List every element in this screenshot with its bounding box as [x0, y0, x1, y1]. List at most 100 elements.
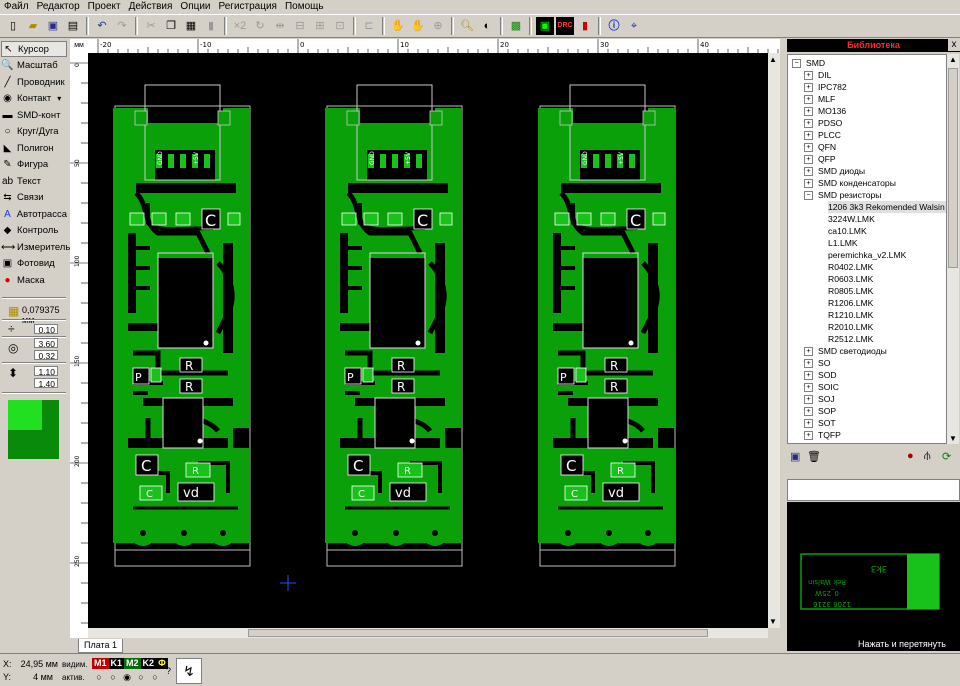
- library-file-item[interactable]: 3224W.LMK: [828, 213, 875, 225]
- copy-icon[interactable]: ❐: [162, 17, 180, 35]
- library-group-item[interactable]: − SMD резисторы: [804, 189, 881, 201]
- cut-icon[interactable]: ✂: [142, 17, 160, 35]
- route-mode-icon[interactable]: ↯: [176, 658, 202, 684]
- library-group-item[interactable]: + SOD: [804, 369, 837, 381]
- layer-1[interactable]: K1: [109, 658, 125, 669]
- library-group-item[interactable]: + SMD диоды: [804, 165, 865, 177]
- drc-icon[interactable]: DRC: [556, 17, 574, 35]
- expand-icon[interactable]: +: [804, 143, 813, 153]
- board-copy-3[interactable]: [538, 85, 675, 566]
- expand-icon[interactable]: +: [804, 383, 813, 393]
- chevron-down-icon[interactable]: ▾: [57, 94, 61, 103]
- menu-item-2[interactable]: Проект: [84, 0, 125, 13]
- scroll-thumb[interactable]: [948, 68, 958, 268]
- library-group-item[interactable]: + PLCC: [804, 129, 841, 141]
- menu-item-6[interactable]: Помощь: [281, 0, 328, 13]
- expand-icon[interactable]: +: [804, 419, 813, 429]
- menu-item-4[interactable]: Опции: [176, 0, 214, 13]
- color-swatch[interactable]: [8, 400, 59, 459]
- collapse-icon[interactable]: −: [792, 59, 801, 69]
- library-group-item[interactable]: + SO: [804, 357, 830, 369]
- tool-contact[interactable]: ◉ Контакт ▾: [1, 91, 67, 107]
- library-file-item[interactable]: ca10.LMK: [828, 225, 867, 237]
- vertical-scrollbar[interactable]: ▲ ▼: [768, 53, 780, 628]
- layer-visibility[interactable]: M1 K1 M2 K2 Ф: [92, 658, 168, 669]
- library-tree[interactable]: − SMD + DIL + IPC782 + MLF + MO136 + PDSO + PLCC + QFN +…: [787, 54, 947, 444]
- active-layer-radio-3[interactable]: ○: [134, 672, 148, 683]
- tool-zoom[interactable]: 🔍 Масштаб: [1, 58, 67, 74]
- board-copy-2[interactable]: [325, 85, 462, 566]
- battery-icon[interactable]: ▮: [576, 17, 594, 35]
- align-icon[interactable]: ⊟: [291, 17, 309, 35]
- horizontal-scrollbar[interactable]: [88, 628, 768, 638]
- refresh-icon[interactable]: ⟳: [942, 450, 951, 463]
- active-layer-radio-4[interactable]: ○: [148, 672, 162, 683]
- library-group-item[interactable]: + MLF: [804, 93, 835, 105]
- new-icon[interactable]: ▯: [4, 17, 22, 35]
- close-icon[interactable]: x: [948, 39, 960, 51]
- menu-item-1[interactable]: Редактор: [33, 0, 84, 13]
- smd-height-field[interactable]: 1.40: [34, 378, 58, 389]
- tool-text[interactable]: ab Текст: [1, 173, 67, 189]
- menu-item-5[interactable]: Регистрация: [215, 0, 281, 13]
- collapse-icon[interactable]: −: [804, 191, 813, 201]
- save-icon[interactable]: ▣: [790, 450, 800, 463]
- library-group-item[interactable]: + DIL: [804, 69, 831, 81]
- expand-icon[interactable]: +: [804, 179, 813, 189]
- library-group-item[interactable]: + TQFP: [804, 429, 841, 441]
- rotate-icon[interactable]: ↻: [251, 17, 269, 35]
- expand-icon[interactable]: +: [804, 359, 813, 369]
- zoom-icon[interactable]: 🔍︎: [458, 17, 476, 35]
- library-group-item[interactable]: + MO136: [804, 105, 846, 117]
- redo-icon[interactable]: ↷: [113, 17, 131, 35]
- ungroup-icon[interactable]: ⊡: [331, 17, 349, 35]
- library-group-item[interactable]: + SOIC: [804, 381, 839, 393]
- help-icon[interactable]: ?: [166, 666, 171, 676]
- library-file-item[interactable]: peremichka_v2.LMK: [828, 249, 906, 261]
- expand-icon[interactable]: +: [804, 119, 813, 129]
- pad-outer-field[interactable]: 3.60: [34, 338, 58, 349]
- scroll-up-icon[interactable]: ▲: [769, 55, 777, 64]
- tool-mask[interactable]: ● Маска: [1, 272, 67, 288]
- expand-icon[interactable]: +: [804, 395, 813, 405]
- library-file-item[interactable]: R1206.LMK: [828, 297, 873, 309]
- layer-2[interactable]: M2: [124, 658, 141, 669]
- library-group-item[interactable]: + IPC782: [804, 81, 847, 93]
- scroll-thumb[interactable]: [248, 629, 708, 637]
- active-layer-radio-2[interactable]: ◉: [120, 672, 134, 683]
- paste-icon[interactable]: ▦: [182, 17, 200, 35]
- tool-figure[interactable]: ✎ Фигура: [1, 157, 67, 173]
- scroll-up-icon[interactable]: ▲: [949, 55, 957, 64]
- pad-inner-field[interactable]: 0.32: [34, 350, 58, 361]
- hand2-icon[interactable]: ✋: [409, 17, 427, 35]
- open-icon[interactable]: ▰: [24, 17, 42, 35]
- route-icon[interactable]: ⌖: [625, 17, 643, 35]
- library-file-item[interactable]: R0805.LMK: [828, 285, 873, 297]
- layout-icon[interactable]: ⊏: [360, 17, 378, 35]
- mirror-icon[interactable]: ⇹: [271, 17, 289, 35]
- expand-icon[interactable]: +: [804, 83, 813, 93]
- library-group-item[interactable]: + QFP: [804, 153, 836, 165]
- tool-cursor[interactable]: ↖ Курсор: [1, 41, 67, 57]
- grid-value[interactable]: 0,079375 мм: [22, 305, 70, 325]
- scanner-icon[interactable]: ▣: [536, 17, 554, 35]
- scroll-down-icon[interactable]: ▼: [949, 434, 957, 443]
- tool-circle[interactable]: ○ Круг/Дуга: [1, 124, 67, 140]
- smd-width-field[interactable]: 1.10: [34, 366, 58, 377]
- library-file-item[interactable]: 1206 3k3 Rekomended Walsin a.: [828, 201, 946, 213]
- menu-item-0[interactable]: Файл: [0, 0, 33, 13]
- active-layer-radio-1[interactable]: ○: [106, 672, 120, 683]
- print-icon[interactable]: ▤: [64, 17, 82, 35]
- expand-icon[interactable]: +: [804, 95, 813, 105]
- tool-smd-contact[interactable]: ▬ SMD-конт: [1, 107, 67, 123]
- undo-icon[interactable]: ↶: [93, 17, 111, 35]
- tool-autoroute[interactable]: A Автотрасса: [1, 206, 67, 222]
- contrast-icon[interactable]: ◐: [478, 17, 496, 35]
- layer-3[interactable]: K2: [141, 658, 157, 669]
- delete-icon[interactable]: ▮: [202, 17, 220, 35]
- record-icon[interactable]: ●: [907, 450, 914, 462]
- library-file-item[interactable]: R2010.LMK: [828, 321, 873, 333]
- library-scrollbar[interactable]: ▲ ▼: [947, 54, 959, 444]
- tool-track[interactable]: ╱ Проводник: [1, 74, 67, 90]
- tool-measure[interactable]: ⟷ Измеритель: [1, 239, 70, 255]
